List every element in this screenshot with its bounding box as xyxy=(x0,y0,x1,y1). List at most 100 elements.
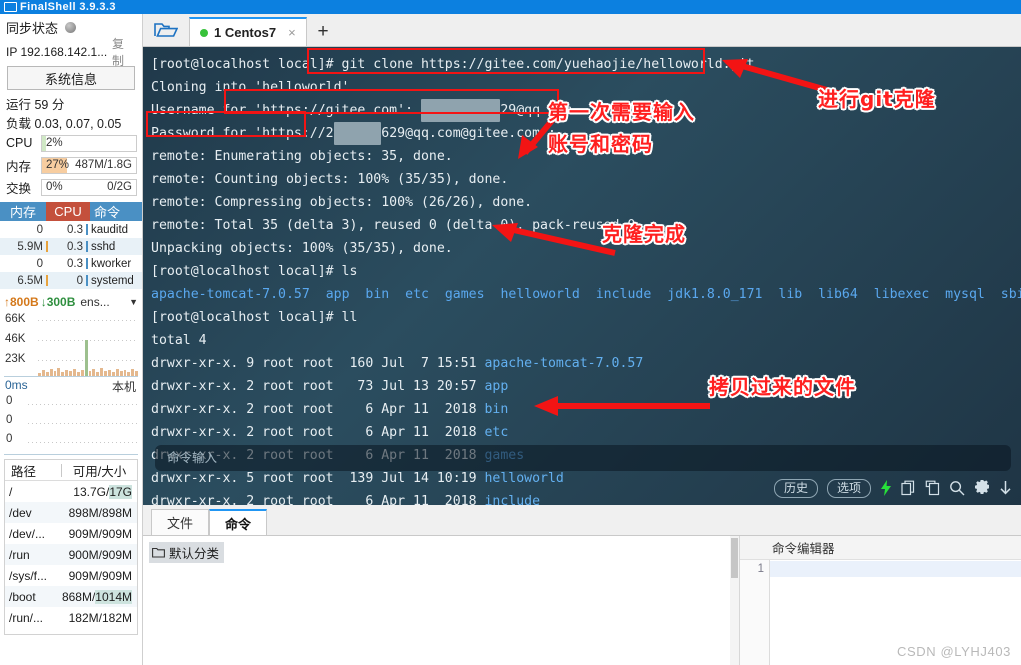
load-row: 负载 0.03, 0.07, 0.05 xyxy=(0,113,142,132)
process-row[interactable]: 5.9M 0.3 sshd xyxy=(0,238,142,255)
network-interface-label: ens... xyxy=(80,294,110,309)
copy-ip-button[interactable]: 复制 xyxy=(112,35,136,69)
watermark: CSDN @LYHJ403 xyxy=(897,644,1011,659)
meter-label-1: 内存 xyxy=(6,159,32,174)
download-icon[interactable] xyxy=(999,480,1012,496)
network-download-label: ↓300B xyxy=(40,294,76,309)
net-ytick-1: 46K xyxy=(5,333,26,345)
process-table-body: 0 0.3 kauditd 5.9M 0.3 sshd 0 0.3 kworker 6.5M 0 sy… xyxy=(0,221,142,289)
ping-value-1: 0 xyxy=(6,414,13,426)
ping-value-2: 0 xyxy=(6,433,13,445)
terminal-line: remote: Compressing objects: 100% (26/26… xyxy=(151,195,533,210)
terminal-line: drwxr-xr-x. 2 root root 73 Jul 13 20:57 … xyxy=(151,379,509,394)
meter-bar-0: 2% xyxy=(41,134,137,152)
meter-row-CPU: CPU 2% xyxy=(0,132,142,154)
terminal-line: total 4 xyxy=(151,333,207,348)
ping-row-2: 0 xyxy=(4,433,138,452)
terminal-line: Cloning into 'helloworld'... xyxy=(151,80,374,95)
terminal-line: drwxr-xr-x. 2 root root 6 Apr 11 2018 bi… xyxy=(151,402,509,417)
session-tabbar: 1 Centos7 × + xyxy=(143,14,1021,47)
copy-icon[interactable] xyxy=(901,480,916,496)
tab-files[interactable]: 文件 xyxy=(151,509,209,535)
paste-icon[interactable] xyxy=(925,480,940,496)
terminal-line: [root@localhost local]# git clone https:… xyxy=(151,57,755,72)
session-tab-label: 1 Centos7 xyxy=(214,25,277,40)
meter-row-内存: 内存 27% 487M/1.8G xyxy=(0,154,142,176)
editor-line-number: 1 xyxy=(740,560,770,665)
terminal-line: drwxr-xr-x. 9 root root 160 Jul 7 15:51 … xyxy=(151,356,644,371)
disk-row[interactable]: /sys/f... 909M/909M xyxy=(5,565,137,586)
load-label: 负载 0.03, 0.07, 0.05 xyxy=(6,117,122,131)
history-button[interactable]: 历史 xyxy=(773,478,818,498)
ping-target-label: 本机 xyxy=(111,380,136,394)
command-editor-title: 命令编辑器 xyxy=(740,536,1021,560)
command-list-panel[interactable]: 默认分类 xyxy=(143,536,740,665)
process-row[interactable]: 0 0.3 kauditd xyxy=(0,221,142,238)
session-tab-centos7[interactable]: 1 Centos7 × xyxy=(189,17,307,46)
terminal-line: [root@localhost local]# ls xyxy=(151,264,358,279)
folder-icon xyxy=(152,547,165,558)
terminal-line: Password for 'https://2 629@qq.com@gitee… xyxy=(151,122,1021,145)
command-list-scrollbar[interactable] xyxy=(730,536,739,665)
meter-bar-2: 0% 0/2G xyxy=(41,178,137,196)
folder-open-icon[interactable] xyxy=(143,13,189,46)
uptime-row: 运行 59 分 xyxy=(0,94,142,113)
command-editor-textarea[interactable]: CSDN @LYHJ403 xyxy=(770,560,1021,665)
disk-row[interactable]: /boot 868M/1014M xyxy=(5,586,137,607)
meter-label-2: 交换 xyxy=(6,181,32,196)
meter-label-0: CPU xyxy=(6,136,33,150)
terminal-output[interactable]: [root@localhost local]# git clone https:… xyxy=(143,47,1021,505)
terminal-lines: [root@localhost local]# git clone https:… xyxy=(151,53,1021,505)
disk-row[interactable]: /run 900M/909M xyxy=(5,544,137,565)
resource-meters: CPU 2% 内存 27% 487M/1.8G 交换 0% 0/2G xyxy=(0,132,142,198)
server-info-sidebar: 同步状态 IP 192.168.142.1... 复制 系统信息 运行 59 分… xyxy=(0,14,143,665)
net-bars xyxy=(38,340,138,376)
ping-row-1: 0 xyxy=(4,414,138,433)
command-category-default[interactable]: 默认分类 xyxy=(149,542,225,563)
lower-tabbar: 文件 命令 xyxy=(143,505,1021,535)
terminal-line: Unpacking objects: 100% (35/35), done. xyxy=(151,241,453,256)
lightning-icon[interactable] xyxy=(880,480,892,496)
disk-table-header: 路径 可用/大小 xyxy=(5,460,137,481)
new-tab-button[interactable]: + xyxy=(307,17,339,46)
network-traffic-graph: 66K 46K 23K xyxy=(4,311,138,377)
main-area: 1 Centos7 × + [root@localhost local]# gi… xyxy=(143,14,1021,665)
gear-icon[interactable] xyxy=(974,480,990,496)
disk-row[interactable]: /13.7G/17G xyxy=(5,481,137,502)
sync-status-indicator-icon xyxy=(65,21,77,33)
net-ytick-0: 66K xyxy=(5,313,26,325)
search-icon[interactable] xyxy=(949,480,965,496)
options-button[interactable]: 选项 xyxy=(826,478,871,498)
terminal-toolbar: 历史 选项 xyxy=(143,471,1021,505)
disk-usage-table: 路径 可用/大小 /13.7G/17G/dev 898M/898M/dev/...… xyxy=(4,459,138,635)
command-editor-panel: 命令编辑器 1 CSDN @LYHJ403 xyxy=(740,536,1021,665)
disk-row[interactable]: /dev/... 909M/909M xyxy=(5,523,137,544)
terminal-line: remote: Counting objects: 100% (35/35), … xyxy=(151,172,509,187)
disk-row[interactable]: /dev 898M/898M xyxy=(5,502,137,523)
disk-col-path[interactable]: 路径 xyxy=(5,461,61,480)
ping-scale-label: 0ms xyxy=(5,378,28,392)
process-col-mem[interactable]: 内存 xyxy=(0,202,46,221)
process-row[interactable]: 0 0.3 kworker xyxy=(0,255,142,272)
command-input-placeholder: 命令输入 xyxy=(167,450,218,465)
process-col-cpu[interactable]: CPU xyxy=(46,202,90,221)
session-status-dot-icon xyxy=(200,28,208,37)
meter-bar-1: 27% 487M/1.8G xyxy=(41,156,137,174)
chevron-down-icon[interactable]: ▼ xyxy=(129,297,138,307)
lower-panel: 默认分类 命令编辑器 1 CSDN @LYHJ403 xyxy=(143,535,1021,665)
system-info-button[interactable]: 系统信息 xyxy=(7,66,135,90)
disk-col-size[interactable]: 可用/大小 xyxy=(62,461,137,480)
ip-row: IP 192.168.142.1... 复制 xyxy=(0,37,142,68)
process-col-cmd[interactable]: 命令 xyxy=(90,202,142,221)
disk-row[interactable]: /run/... 182M/182M xyxy=(5,607,137,628)
ip-address-label: IP 192.168.142.1... xyxy=(6,45,108,59)
process-row[interactable]: 6.5M 0 systemd xyxy=(0,272,142,289)
command-input[interactable]: 命令输入 xyxy=(155,445,1011,471)
net-ytick-2: 23K xyxy=(5,353,26,365)
terminal-line: [root@localhost local]# ll xyxy=(151,310,358,325)
terminal-line: apache-tomcat-7.0.57 app bin etc games h… xyxy=(151,287,1021,302)
terminal-line: remote: Enumerating objects: 35, done. xyxy=(151,149,453,164)
close-icon[interactable]: × xyxy=(288,25,296,40)
app-monitor-icon xyxy=(4,2,17,12)
tab-commands[interactable]: 命令 xyxy=(209,509,267,535)
